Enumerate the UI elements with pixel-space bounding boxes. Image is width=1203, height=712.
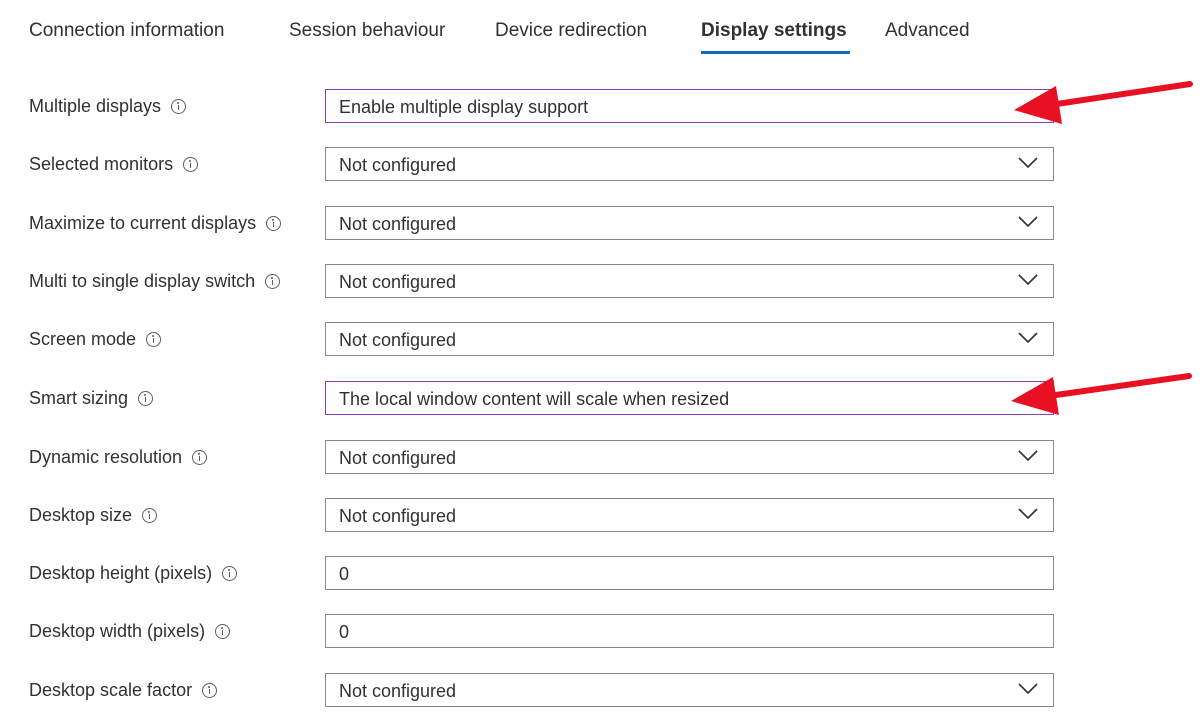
info-icon[interactable] xyxy=(266,215,282,231)
setting-row-maximize-to-current-displays: Maximize to current displays Not configu… xyxy=(0,206,1203,242)
info-icon[interactable] xyxy=(215,623,231,639)
info-icon[interactable] xyxy=(265,273,281,289)
dropdown-value: The local window content will scale when… xyxy=(339,389,730,409)
setting-label-text: Desktop scale factor xyxy=(29,680,193,700)
chevron-down-icon xyxy=(1017,682,1039,696)
setting-label-text: Dynamic resolution xyxy=(29,447,183,467)
info-icon[interactable] xyxy=(142,507,158,523)
chevron-down-icon xyxy=(1017,507,1039,521)
chevron-down-icon xyxy=(1017,449,1039,463)
tab-connection-information[interactable]: Connection information xyxy=(29,18,224,44)
dropdown-value: Not configured xyxy=(339,681,457,701)
desktop-height-input[interactable]: 0 xyxy=(325,556,1054,590)
setting-label-text: Maximize to current displays xyxy=(29,213,257,233)
setting-label-text: Desktop size xyxy=(29,505,133,525)
dropdown-value: Not configured xyxy=(339,448,457,468)
info-icon[interactable] xyxy=(192,449,208,465)
setting-label-text: Smart sizing xyxy=(29,388,129,408)
setting-row-smart-sizing: Smart sizing The local window content wi… xyxy=(0,381,1203,417)
setting-label: Desktop scale factor xyxy=(29,678,218,702)
desktop-width-input[interactable]: 0 xyxy=(325,614,1054,648)
info-icon[interactable] xyxy=(183,156,199,172)
smart-sizing-dropdown[interactable]: The local window content will scale when… xyxy=(325,381,1054,415)
dropdown-value: Not configured xyxy=(339,506,457,526)
setting-row-desktop-scale-factor: Desktop scale factor Not configured xyxy=(0,673,1203,709)
setting-label: Desktop height (pixels) xyxy=(29,561,238,585)
setting-label: Desktop size xyxy=(29,503,158,527)
setting-label-text: Selected monitors xyxy=(29,154,174,174)
chevron-down-icon xyxy=(1017,273,1039,287)
chevron-down-icon xyxy=(1017,331,1039,345)
setting-label: Smart sizing xyxy=(29,386,154,410)
info-icon[interactable] xyxy=(138,390,154,406)
dropdown-value: Not configured xyxy=(339,214,457,234)
tab-device-redirection[interactable]: Device redirection xyxy=(495,18,647,44)
setting-label: Screen mode xyxy=(29,327,162,351)
tab-display-settings[interactable]: Display settings xyxy=(701,18,847,44)
tab-advanced[interactable]: Advanced xyxy=(885,18,970,44)
setting-label-text: Multiple displays xyxy=(29,96,162,116)
setting-row-screen-mode: Screen mode Not configured xyxy=(0,322,1203,358)
desktop-scale-factor-dropdown[interactable]: Not configured xyxy=(325,673,1054,707)
info-icon[interactable] xyxy=(202,682,218,698)
multi-to-single-display-switch-dropdown[interactable]: Not configured xyxy=(325,264,1054,298)
setting-row-desktop-width: Desktop width (pixels) 0 xyxy=(0,614,1203,650)
setting-label-text: Screen mode xyxy=(29,329,137,349)
setting-label: Maximize to current displays xyxy=(29,211,282,235)
setting-label: Desktop width (pixels) xyxy=(29,619,231,643)
setting-row-dynamic-resolution: Dynamic resolution Not configured xyxy=(0,440,1203,476)
active-tab-indicator xyxy=(701,51,850,54)
setting-row-desktop-size: Desktop size Not configured xyxy=(0,498,1203,534)
dropdown-value: Enable multiple display support xyxy=(339,97,589,117)
maximize-to-current-displays-dropdown[interactable]: Not configured xyxy=(325,206,1054,240)
setting-label-text: Desktop width (pixels) xyxy=(29,621,206,641)
chevron-down-icon xyxy=(1017,215,1039,229)
setting-row-selected-monitors: Selected monitors Not configured xyxy=(0,147,1203,183)
info-icon[interactable] xyxy=(171,98,187,114)
dropdown-value: Not configured xyxy=(339,272,457,292)
chevron-down-icon xyxy=(1017,156,1039,170)
input-value: 0 xyxy=(339,564,350,584)
setting-label: Selected monitors xyxy=(29,152,199,176)
setting-row-multi-to-single-display-switch: Multi to single display switch Not confi… xyxy=(0,264,1203,300)
dynamic-resolution-dropdown[interactable]: Not configured xyxy=(325,440,1054,474)
setting-label: Multiple displays xyxy=(29,94,187,118)
info-icon[interactable] xyxy=(146,331,162,347)
dropdown-value: Not configured xyxy=(339,330,457,350)
tab-session-behaviour[interactable]: Session behaviour xyxy=(289,18,445,44)
setting-label-text: Desktop height (pixels) xyxy=(29,563,213,583)
info-icon[interactable] xyxy=(222,565,238,581)
screen-mode-dropdown[interactable]: Not configured xyxy=(325,322,1054,356)
multiple-displays-dropdown[interactable]: Enable multiple display support xyxy=(325,89,1054,123)
setting-row-multiple-displays: Multiple displays Enable multiple displa… xyxy=(0,89,1203,125)
tab-bar: Connection information Session behaviour… xyxy=(0,0,1203,60)
setting-label-text: Multi to single display switch xyxy=(29,271,256,291)
setting-label: Multi to single display switch xyxy=(29,269,281,293)
desktop-size-dropdown[interactable]: Not configured xyxy=(325,498,1054,532)
dropdown-value: Not configured xyxy=(339,155,457,175)
selected-monitors-dropdown[interactable]: Not configured xyxy=(325,147,1054,181)
display-settings-page: Connection information Session behaviour… xyxy=(0,0,1203,712)
input-value: 0 xyxy=(339,622,350,642)
setting-row-desktop-height: Desktop height (pixels) 0 xyxy=(0,556,1203,592)
setting-label: Dynamic resolution xyxy=(29,445,208,469)
